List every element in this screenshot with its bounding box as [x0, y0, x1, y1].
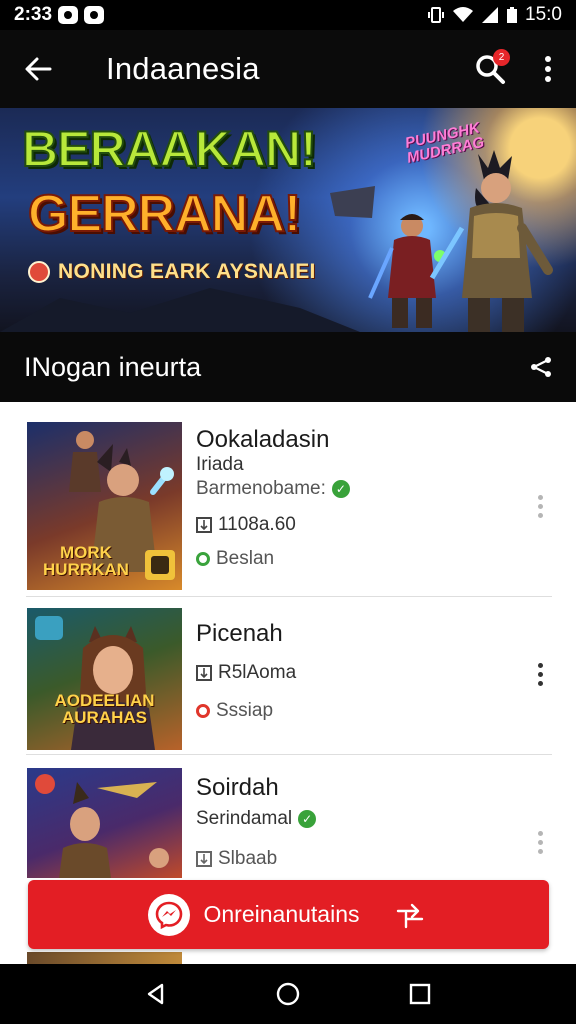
game-meta: 1108a.60	[218, 514, 296, 535]
download-icon	[196, 517, 212, 533]
vibrate-icon	[428, 7, 445, 23]
messenger-icon	[147, 893, 190, 936]
square-recents-icon	[409, 983, 431, 1005]
cta-button[interactable]: Onreinanutains	[28, 880, 549, 949]
item-more-button[interactable]	[528, 652, 552, 696]
list-item[interactable]: MORK HURRKAN Ookaladasin Iriada Barmenob…	[0, 402, 576, 598]
list-item[interactable]: AODEELIAN AURAHAS Picenah R5lAoma Sssiap	[0, 598, 576, 756]
share-icon	[531, 357, 551, 377]
search-button[interactable]: 2	[460, 30, 520, 108]
game-meta: Slbaab	[218, 848, 278, 869]
nav-recents-button[interactable]	[395, 969, 445, 1019]
game-thumbnail	[27, 768, 182, 878]
notification-icon	[84, 6, 105, 24]
game-thumbnail	[27, 952, 182, 964]
transfer-icon	[390, 895, 430, 935]
banner-subline: NONING EARK AYSNAIEI	[58, 260, 316, 283]
thumbnail-caption: MORK HURRKAN	[43, 543, 129, 579]
page-title: Indaanesia	[106, 51, 260, 86]
app-bar: Indaanesia 2	[0, 30, 576, 108]
banner-badge-icon	[28, 261, 50, 283]
battery-icon	[507, 7, 518, 23]
divider	[26, 754, 552, 755]
game-status: Sssiap	[216, 700, 274, 721]
banner-headline-1: BERAAKAN!	[21, 120, 318, 178]
status-icon	[196, 552, 210, 566]
game-title: Soirdah	[196, 774, 279, 801]
more-options-button[interactable]	[520, 30, 576, 108]
triangle-back-icon	[147, 983, 164, 1005]
wifi-icon	[453, 7, 474, 22]
back-button[interactable]	[0, 30, 76, 108]
game-status: Beslan	[216, 548, 275, 569]
cta-label: Onreinanutains	[203, 901, 360, 927]
game-thumbnail: AODEELIAN AURAHAS	[27, 608, 182, 750]
share-button[interactable]	[506, 332, 576, 402]
download-icon	[196, 665, 212, 681]
game-title: Ookaladasin	[196, 426, 330, 453]
game-meta: R5lAoma	[218, 662, 297, 683]
status-time: 2:33	[14, 4, 53, 25]
status-bar: 2:33 15:0	[0, 0, 576, 30]
verified-icon: ✓	[331, 480, 350, 498]
item-more-button[interactable]	[528, 484, 552, 528]
signal-icon	[482, 7, 499, 23]
item-more-button[interactable]	[528, 820, 552, 864]
circle-home-icon	[276, 982, 300, 1006]
game-thumbnail: MORK HURRKAN	[27, 422, 182, 590]
list-item[interactable]: Soirdah Serindamal ✓ Slbaab	[0, 756, 576, 878]
section-title: INogan ineurta	[24, 351, 202, 382]
notification-icon	[58, 6, 79, 24]
divider	[26, 596, 552, 597]
thumbnail-caption: AODEELIAN AURAHAS	[54, 691, 155, 727]
publisher-name: Serindamal	[196, 808, 293, 829]
publisher-name: Barmenobame:	[196, 478, 326, 499]
promo-banner[interactable]: BERAAKAN! GERRANA! NONING EARK AYSNAIEI …	[0, 108, 576, 332]
nav-home-button[interactable]	[263, 969, 313, 1019]
notification-badge: 2	[493, 49, 510, 66]
download-icon	[196, 851, 212, 867]
section-header: INogan ineurta	[0, 332, 576, 402]
verified-icon: ✓	[298, 810, 317, 828]
game-subtitle: Iriada	[196, 454, 244, 475]
banner-headline-2: GERRANA!	[27, 184, 302, 244]
game-title: Picenah	[196, 620, 283, 647]
list-item[interactable]	[0, 952, 576, 964]
status-icon	[196, 704, 210, 718]
status-clock: 15:0	[525, 4, 562, 25]
arrow-back-icon	[25, 57, 52, 81]
nav-back-button[interactable]	[131, 969, 181, 1019]
more-vert-icon	[545, 56, 551, 82]
navigation-bar	[0, 964, 576, 1024]
